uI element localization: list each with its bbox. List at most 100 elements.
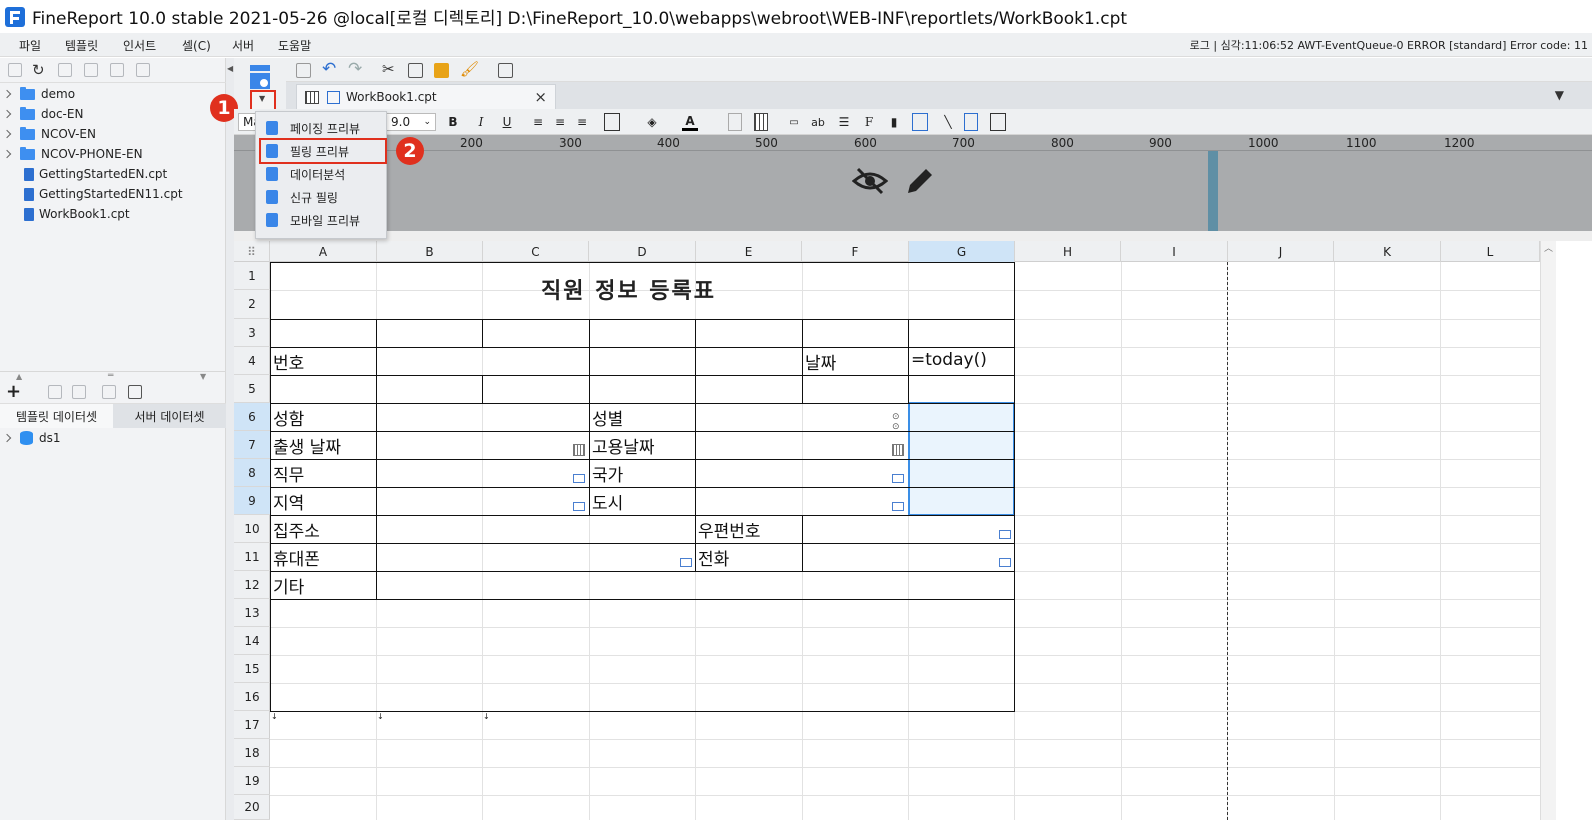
row-header-8[interactable]: 8 [234,459,270,487]
column-header-b[interactable]: B [377,241,483,262]
row-header-15[interactable]: 15 [234,655,270,683]
menu-template[interactable]: 템플릿 [65,37,98,54]
row-header-11[interactable]: 11 [234,543,270,571]
tree-file-gettingstarteden[interactable]: GettingStartedEN.cpt [0,164,226,184]
align-right-icon[interactable]: ≡ [574,113,590,131]
dropdown-widget-icon[interactable] [573,502,585,511]
save-icon[interactable] [296,63,311,78]
dataset-settings-icon[interactable] [128,385,142,399]
tab-template-dataset[interactable]: 템플릿 데이터셋 [0,404,113,428]
preview-dropdown-button[interactable]: ▼ [250,90,276,111]
row-header-4[interactable]: 4 [234,347,270,375]
column-header-h[interactable]: H [1015,241,1121,262]
lock-icon[interactable] [84,63,98,77]
insert-image-icon[interactable] [912,113,928,131]
menu-cell[interactable]: 셀(C) [182,37,211,54]
radio-widget-icon[interactable]: ⊙ ⊙ [892,412,900,432]
collapse-left-icon[interactable]: ◀ [227,64,233,73]
insert-subreport-icon[interactable] [964,113,978,131]
dropdown-widget-icon[interactable] [573,474,585,483]
vertical-scrollbar[interactable]: ︿ [1540,241,1556,820]
dataset-item-ds1[interactable]: ds1 [0,428,61,448]
column-header-l[interactable]: L [1441,241,1540,262]
column-header-f[interactable]: F [802,241,909,262]
text-widget-icon[interactable] [999,530,1011,539]
insert-floating-icon[interactable] [990,113,1006,131]
row-header-5[interactable]: 5 [234,375,270,403]
column-header-i[interactable]: I [1121,241,1228,262]
tab-workbook1[interactable]: WorkBook1.cpt × [296,84,556,109]
copy-icon[interactable] [408,63,423,78]
fill-color-icon[interactable]: ◈ [644,113,660,131]
row-header-19[interactable]: 19 [234,767,270,795]
edit-icon[interactable] [48,385,62,399]
row-header-14[interactable]: 14 [234,627,270,655]
tree-folder-ncov-phone-en[interactable]: NCOV-PHONE-EN [0,144,226,164]
new-folder-icon[interactable] [8,63,22,77]
dropdown-widget-icon[interactable] [892,502,904,511]
tree-folder-ncov-en[interactable]: NCOV-EN [0,124,226,144]
delete-icon[interactable] [72,385,86,399]
menu-item-data-analysis[interactable]: 데이터분석 [260,163,386,185]
hide-eye-icon[interactable] [852,165,888,197]
refresh-icon[interactable]: ↻ [32,61,45,79]
panel-collapse-strip[interactable]: ◀ [226,58,234,820]
row-header-6[interactable]: 6 [234,403,270,431]
bold-icon[interactable]: B [446,113,460,131]
tab-list-icon[interactable]: ▼ [1555,88,1564,102]
tree-file-gettingstarteden11[interactable]: GettingStartedEN11.cpt [0,184,226,204]
copy-icon[interactable] [136,63,150,77]
tree-file-workbook1[interactable]: WorkBook1.cpt [0,204,226,224]
row-header-9[interactable]: 9 [234,487,270,515]
column-header-j[interactable]: J [1228,241,1334,262]
text-widget-icon[interactable] [999,558,1011,567]
edit-pencil-icon[interactable] [904,163,936,197]
expand-arrow-icon[interactable] [2,89,12,99]
menu-item-mobile-preview[interactable]: 모바일 프리뷰 [260,209,386,231]
preview-icon[interactable] [249,64,271,90]
format-painter-icon[interactable]: 🖌 [460,60,479,78]
row-header-13[interactable]: 13 [234,599,270,627]
cut-icon[interactable]: ✂ [382,60,395,78]
column-header-a[interactable]: A [270,241,377,262]
insert-richtext-icon[interactable]: ☰ [836,113,852,131]
tree-folder-demo[interactable]: demo [0,84,226,104]
scroll-up-icon[interactable]: ︿ [1544,241,1553,254]
paste-icon[interactable] [434,63,449,78]
insert-text-icon[interactable]: ▭ [786,113,802,131]
row-header-2[interactable]: 2 [234,290,270,319]
row-header-20[interactable]: 20 [234,795,270,820]
expand-arrow-icon[interactable] [2,129,12,139]
insert-formula-icon[interactable]: F [860,113,878,131]
row-header-7[interactable]: 7 [234,431,270,459]
tab-server-dataset[interactable]: 서버 데이터셋 [113,404,226,428]
log-status[interactable]: 로그 | 심각:11:06:52 AWT-EventQueue-0 ERROR … [1190,37,1588,53]
menu-item-new-filling[interactable]: 신규 필링 [260,186,386,208]
undo-icon[interactable]: ↶ [322,59,336,79]
underline-icon[interactable]: U [500,113,514,131]
redo-icon[interactable]: ↷ [348,59,362,79]
align-left-icon[interactable]: ≡ [530,113,546,131]
row-header-12[interactable]: 12 [234,571,270,599]
properties-icon[interactable] [58,63,72,77]
split-cell-icon[interactable] [754,113,768,131]
font-color-icon[interactable]: A [682,113,698,131]
font-size-select[interactable]: 9.0 ⌄ [386,113,436,131]
expand-arrow-icon[interactable] [2,433,12,443]
expand-arrow-icon[interactable] [2,149,12,159]
menu-item-paging-preview[interactable]: 페이징 프리뷰 [260,117,386,139]
delete-icon[interactable] [110,63,124,77]
column-header-d[interactable]: D [589,241,696,262]
find-replace-icon[interactable] [498,63,513,78]
menu-help[interactable]: 도움말 [278,37,311,54]
date-widget-icon[interactable] [892,444,904,456]
insert-slash-icon[interactable]: ╲ [940,113,956,131]
date-widget-icon[interactable] [573,444,585,456]
menu-insert[interactable]: 인서트 [123,37,156,54]
align-center-icon[interactable]: ≡ [552,113,568,131]
row-header-3[interactable]: 3 [234,319,270,347]
italic-icon[interactable]: I [474,113,488,131]
insert-formula-text-icon[interactable]: ab [810,113,826,131]
column-header-g[interactable]: G [909,241,1015,262]
preview-dataset-icon[interactable] [102,385,116,399]
